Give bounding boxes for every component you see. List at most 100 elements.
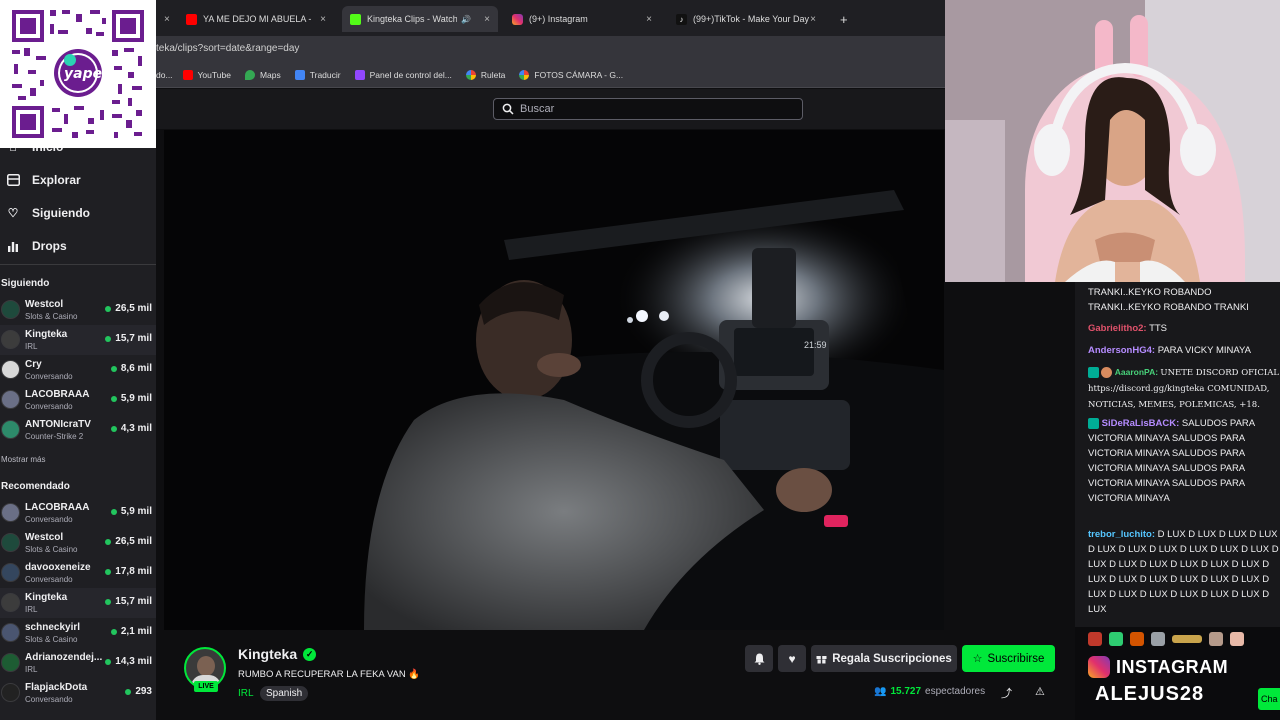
verified-icon: ✓ [303, 647, 317, 661]
chat-message: trebor_luchito: D LUX D LUX D LUX D LUX … [1088, 527, 1280, 617]
sidebar-channel-cry[interactable]: Cry Conversando 8,6 mil [0, 355, 156, 385]
sidebar-nav-siguiendo[interactable]: ♡ Siguiendo [0, 198, 156, 228]
channel-name-row: Kingteka ✓ [238, 646, 317, 662]
viewer-count: 26,5 mil [105, 536, 152, 547]
chat-message: TRANKI..KEYKO ROBANDO TRANKI..KEYKO ROBA… [1088, 285, 1280, 315]
chat-username[interactable]: SiDeRaLisBACK: [1102, 418, 1180, 429]
search-input[interactable]: Buscar [493, 98, 803, 120]
sidebar-rec-flapjackdota[interactable]: FlapjackDota Conversando 293 [0, 678, 156, 708]
channel-category: Conversando [25, 515, 73, 524]
bookmark-label: Traducir [309, 69, 341, 80]
bookmark-traducir[interactable]: Traducir [294, 69, 341, 80]
avatar [1, 390, 20, 409]
new-tab-button[interactable]: + [832, 6, 856, 32]
subscribe-button[interactable]: ☆ Suscribirse [962, 645, 1055, 672]
viewer-count: 17,8 mil [105, 566, 152, 577]
sidebar-rec-lacobraaa[interactable]: LACOBRAAA Conversando 5,9 mil [0, 498, 156, 528]
sidebar-rec-westcol[interactable]: Westcol Slots & Casino 26,5 mil [0, 528, 156, 558]
emote-icon [1101, 367, 1113, 379]
channel-category: IRL [25, 665, 38, 674]
bookmark-fotos[interactable]: FOTOS CÁMARA - G... [519, 69, 623, 80]
avatar [1, 683, 20, 702]
channel-name: schneckyirl [25, 622, 81, 633]
gift-icon [816, 656, 827, 664]
twitch-icon [354, 69, 365, 80]
bookmark-label: do... [156, 69, 173, 80]
bookmark-label: Maps [259, 69, 281, 80]
sidebar-channel-westcol[interactable]: Westcol Slots & Casino 26,5 mil [0, 295, 156, 325]
show-more-link[interactable]: Mostrar más [1, 455, 45, 464]
viewer-count: 5,9 mil [110, 506, 152, 517]
gift-subs-button[interactable]: Regala Suscripciones [811, 645, 957, 672]
avatar [1, 533, 20, 552]
sidebar-nav-explorar[interactable]: Explorar [0, 165, 156, 195]
channel-category: IRL [25, 605, 38, 614]
channel-name: Westcol [25, 299, 64, 310]
tab-label: Kingteka Clips - Watch Live [367, 14, 457, 24]
language-tag[interactable]: Spanish [260, 686, 309, 701]
tab-close-icon[interactable]: × [320, 14, 326, 25]
sidebar-nav-drops[interactable]: Drops [0, 231, 156, 261]
chat-text: TTS [1149, 323, 1168, 334]
subscriber-badge-icon [1088, 367, 1099, 379]
tab-label: (9+) Instagram [529, 14, 588, 24]
sidebar-channel-antonicratv[interactable]: ANTONIcraTV Counter-Strike 2 4,3 mil [0, 415, 156, 445]
sidebar-rec-kingteka[interactable]: Kingteka IRL 15,7 mil [0, 588, 156, 618]
yape-logo-text: yape [64, 66, 103, 82]
speaker-icon[interactable]: 🔊 [461, 15, 471, 24]
browser-tab-youtube[interactable]: YA ME DEJO MI ABUELA - PIUR × [178, 6, 334, 32]
stream-category-link[interactable]: IRL [238, 688, 254, 699]
tab-close-icon[interactable]: × [164, 14, 170, 25]
chat-username[interactable]: Gabrielitho2: [1088, 323, 1147, 334]
report-icon[interactable]: ⚠ [1035, 685, 1045, 698]
browser-tab-bar: × YA ME DEJO MI ABUELA - PIUR × Kingteka… [156, 0, 945, 36]
video-player[interactable]: 21:59 [164, 130, 944, 630]
avatar [1, 503, 20, 522]
bookmark-partial[interactable]: do... [156, 70, 173, 80]
bookmarks-bar: do... YouTube Maps Traducir Panel de con… [156, 62, 945, 88]
share-icon[interactable]: ⤴ [1001, 685, 1012, 701]
tab-close-icon[interactable]: × [484, 14, 490, 25]
bookmark-ruleta[interactable]: Ruleta [465, 69, 505, 80]
search-icon [502, 103, 514, 115]
viewer-count-text: 4,3 mil [120, 423, 152, 434]
translate-icon [294, 69, 305, 80]
sidebar-rec-schneckyirl[interactable]: schneckyirl Slots & Casino 2,1 mil [0, 618, 156, 648]
browser-tab-tiktok[interactable]: ♪ (99+)TikTok - Make Your Day × [668, 6, 824, 32]
instagram-handle: ALEJUS28 [1095, 683, 1205, 705]
channel-name[interactable]: Kingteka [238, 646, 297, 662]
browser-tab-partial[interactable]: × [156, 6, 174, 32]
maps-icon [244, 69, 255, 80]
avatar [1, 653, 20, 672]
bookmark-youtube[interactable]: YouTube [182, 69, 231, 80]
chat-username[interactable]: trebor_luchito: [1088, 529, 1155, 540]
bookmark-maps[interactable]: Maps [244, 69, 281, 80]
sidebar-channel-lacobraaa[interactable]: LACOBRAAA Conversando 5,9 mil [0, 385, 156, 415]
chat-username[interactable]: AaaronPA: [1115, 367, 1158, 377]
bookmark-panel[interactable]: Panel de control del... [354, 69, 452, 80]
tab-close-icon[interactable]: × [810, 14, 816, 25]
sidebar-rec-davooxeneize[interactable]: davooxeneize Conversando 17,8 mil [0, 558, 156, 588]
chat-username[interactable]: AndersonHG4: [1088, 345, 1155, 356]
viewer-count-text: 17,8 mil [115, 566, 152, 577]
sidebar-rec-adrianozendejas[interactable]: Adrianozendej... IRL 14,3 mil [0, 648, 156, 678]
notifications-button[interactable] [745, 645, 773, 672]
sidebar-channel-kingteka[interactable]: Kingteka IRL 15,7 mil [0, 325, 156, 355]
live-dot-icon [110, 508, 117, 515]
viewer-count: 4,3 mil [110, 423, 152, 434]
address-bar[interactable]: teka/clips?sort=date&range=day [156, 36, 945, 62]
channel-category: Conversando [25, 575, 73, 584]
emote-icon [1088, 632, 1102, 646]
live-dot-icon [105, 658, 112, 665]
kick-icon [350, 13, 361, 25]
tab-close-icon[interactable]: × [646, 14, 652, 25]
chat-send-button[interactable]: Cha [1258, 688, 1280, 710]
url-text[interactable]: teka/clips?sort=date&range=day [156, 43, 299, 54]
chat-text: TRANKI..KEYKO ROBANDO TRANKI..KEYKO ROBA… [1088, 287, 1249, 313]
nav-label: Siguiendo [32, 206, 90, 220]
instagram-icon [1088, 656, 1110, 678]
browser-tab-kingteka[interactable]: Kingteka Clips - Watch Live 🔊 × [342, 6, 498, 32]
follow-button[interactable]: ♥ [778, 645, 806, 672]
viewer-count: 8,6 mil [110, 363, 152, 374]
browser-tab-instagram[interactable]: (9+) Instagram × [504, 6, 660, 32]
